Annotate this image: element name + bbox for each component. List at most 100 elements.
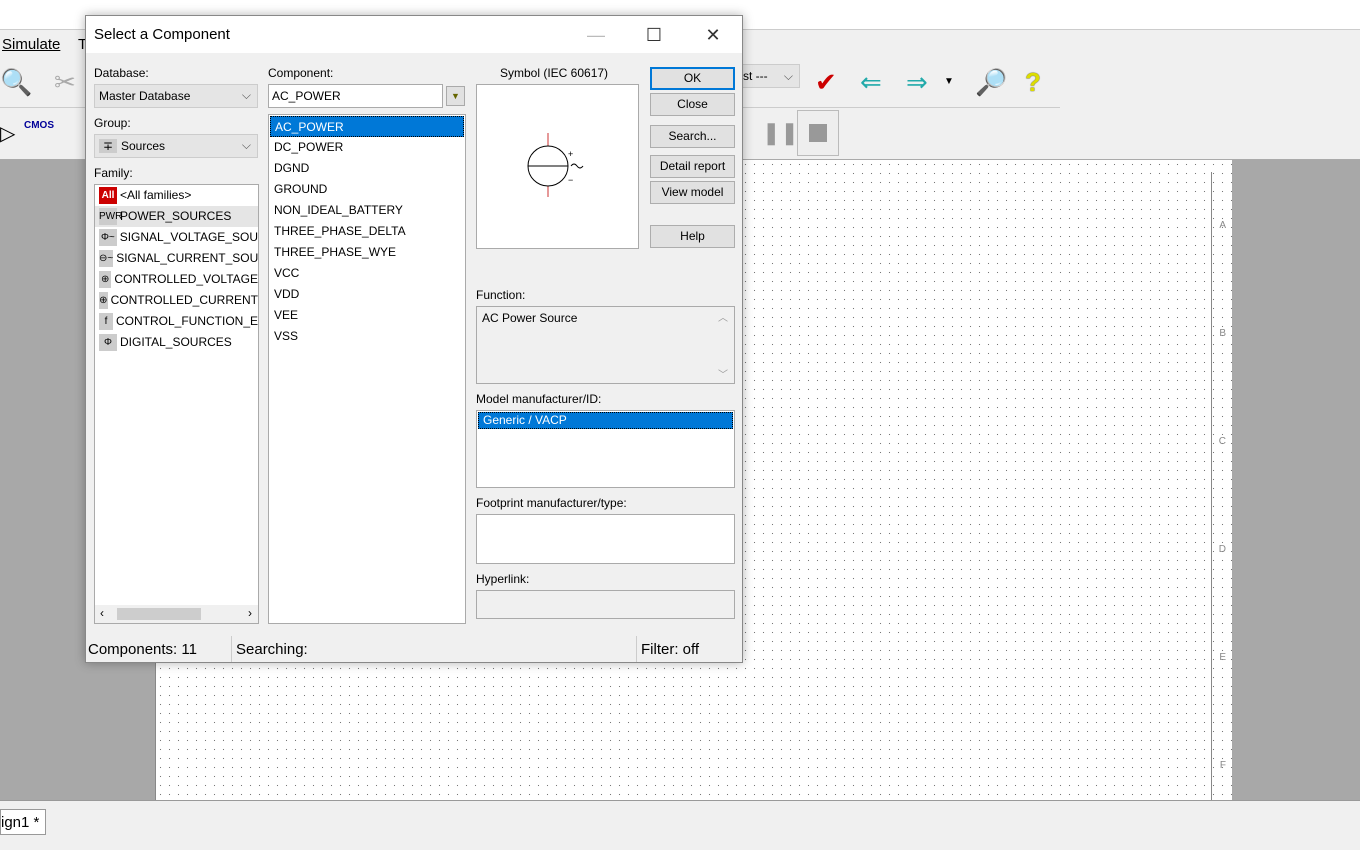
component-item[interactable]: VCC — [270, 263, 464, 284]
family-label: CONTROL_FUNCTION_E — [115, 314, 258, 328]
find-icon[interactable]: 🔎 — [975, 66, 1007, 98]
scroll-right-icon[interactable]: › — [248, 606, 252, 620]
family-item[interactable]: ⊕ CONTROLLED_CURRENT — [95, 290, 258, 311]
component-item[interactable]: VEE — [270, 305, 464, 326]
family-label: SIGNAL_CURRENT_SOU — [116, 251, 259, 265]
family-label: POWER_SOURCES — [120, 209, 232, 223]
family-icon: f — [99, 313, 113, 330]
component-item[interactable]: DGND — [270, 158, 464, 179]
family-label: CONTROLLED_VOLTAGE — [114, 272, 258, 286]
svg-text:+: + — [568, 149, 573, 159]
component-item[interactable]: NON_IDEAL_BATTERY — [270, 200, 464, 221]
svg-text:−: − — [568, 175, 573, 185]
database-label: Database: — [94, 66, 149, 80]
erc-check-icon[interactable]: ✔ — [815, 66, 837, 98]
scroll-up-icon[interactable]: ︿ — [718, 309, 728, 324]
family-item[interactable]: Φ~ SIGNAL_VOLTAGE_SOU — [95, 227, 258, 248]
component-item[interactable]: AC_POWER — [270, 116, 464, 137]
family-icon: Φ~ — [99, 229, 117, 246]
filter-status: Filter: off — [641, 641, 700, 658]
component-label: Component: — [268, 66, 334, 80]
family-icon: All — [99, 187, 117, 204]
family-label: Family: — [94, 166, 133, 180]
hyperlink-label: Hyperlink: — [476, 572, 530, 586]
ac-source-symbol: +− — [527, 133, 584, 197]
database-select[interactable]: Master Database ⌵ — [94, 84, 258, 108]
status-bar: Components: 11 Searching: Filter: off — [86, 636, 742, 662]
function-value: AC Power Source — [482, 311, 578, 325]
footprint-list[interactable] — [476, 514, 735, 564]
toolbar-dropdown[interactable]: st --- ⌵ — [740, 64, 800, 88]
searching-status: Searching: — [236, 641, 308, 658]
sheet-tabs: ign1 * — [0, 800, 1360, 850]
footprint-label: Footprint manufacturer/type: — [476, 496, 627, 510]
function-text: AC Power Source ︿ ﹀ — [476, 306, 735, 384]
divider — [636, 636, 637, 662]
chevron-down-icon: ⌵ — [783, 69, 793, 83]
component-item[interactable]: THREE_PHASE_DELTA — [270, 221, 464, 242]
family-item[interactable]: All <All families> — [95, 185, 258, 206]
help-icon[interactable]: ? — [1025, 66, 1041, 98]
filter-icon[interactable]: ▼ — [446, 86, 465, 106]
close-icon[interactable]: ✕ — [690, 20, 736, 50]
dialog-title: Select a Component — [94, 26, 230, 43]
model-item[interactable]: Generic / VACP — [478, 412, 733, 429]
pause-icon[interactable]: ❚❚ — [762, 120, 799, 146]
database-value: Master Database — [99, 89, 191, 103]
family-item[interactable]: ⊖~ SIGNAL_CURRENT_SOU — [95, 248, 258, 269]
family-icon: ⊕ — [99, 292, 108, 309]
family-label: CONTROLLED_CURRENT — [110, 293, 258, 307]
family-item[interactable]: f CONTROL_FUNCTION_E — [95, 311, 258, 332]
family-label: DIGITAL_SOURCES — [120, 335, 232, 349]
model-list[interactable]: Generic / VACP — [476, 410, 735, 488]
family-icon: Φ — [99, 334, 117, 351]
family-item[interactable]: ⊕ CONTROLLED_VOLTAGE — [95, 269, 258, 290]
close-button[interactable]: Close — [650, 93, 735, 116]
view-model-button[interactable]: View model — [650, 181, 735, 204]
scroll-left-icon[interactable]: ‹ — [100, 606, 104, 620]
gate-icon[interactable]: ▷ — [0, 118, 15, 150]
family-item[interactable]: PWR POWER_SOURCES — [95, 206, 258, 227]
hyperlink-field[interactable] — [476, 590, 735, 619]
back-annotate-icon[interactable]: ⇐ — [860, 66, 882, 98]
family-item[interactable]: Φ DIGITAL_SOURCES — [95, 332, 258, 353]
scrollbar-thumb[interactable] — [117, 608, 201, 620]
row-label: B — [1219, 328, 1226, 339]
toolbar-dropdown-value: st --- — [743, 69, 768, 83]
search-button[interactable]: Search... — [650, 125, 735, 148]
component-item[interactable]: THREE_PHASE_WYE — [270, 242, 464, 263]
family-icon: PWR — [99, 208, 122, 225]
function-label: Function: — [476, 288, 526, 302]
stop-button[interactable] — [797, 110, 839, 156]
menu-simulate[interactable]: Simulate — [2, 36, 60, 53]
component-item[interactable]: VDD — [270, 284, 464, 305]
component-item[interactable]: DC_POWER — [270, 137, 464, 158]
scroll-down-icon[interactable]: ﹀ — [718, 366, 728, 381]
chevron-down-icon: ⌵ — [241, 138, 251, 152]
dropdown-arrow-icon[interactable]: ▼ — [944, 76, 954, 87]
detail-report-button[interactable]: Detail report — [650, 155, 735, 178]
cut-icon[interactable]: ✂ — [54, 66, 76, 98]
dialog-titlebar: Select a Component — ☐ ✕ — [86, 16, 742, 53]
help-button[interactable]: Help — [650, 225, 735, 248]
family-label: <All families> — [120, 188, 192, 202]
maximize-icon[interactable]: ☐ — [631, 20, 677, 50]
forward-annotate-icon[interactable]: ⇒ — [906, 66, 928, 98]
row-label: A — [1219, 220, 1226, 231]
minimize-icon[interactable]: — — [573, 20, 619, 50]
row-label: E — [1219, 652, 1226, 663]
print-preview-icon[interactable]: 🔍 — [0, 66, 32, 98]
ok-button[interactable]: OK — [650, 67, 735, 90]
divider — [231, 636, 232, 662]
group-select[interactable]: ∓ Sources ⌵ — [94, 134, 258, 158]
component-input[interactable]: AC_POWER — [268, 84, 443, 108]
horizontal-scrollbar[interactable]: ‹ › — [95, 605, 258, 623]
component-item[interactable]: VSS — [270, 326, 464, 347]
family-list[interactable]: All <All families> PWR POWER_SOURCES Φ~ SIGNA… — [94, 184, 259, 624]
cmos-icon[interactable]: CMOS — [24, 120, 54, 131]
row-label: C — [1218, 436, 1226, 447]
symbol-label: Symbol (IEC 60617) — [500, 66, 609, 80]
tab-design1[interactable]: ign1 * — [0, 809, 47, 835]
component-item[interactable]: GROUND — [270, 179, 464, 200]
component-list[interactable]: AC_POWER DC_POWER DGND GROUND NON_IDEAL_BATT… — [268, 114, 466, 624]
